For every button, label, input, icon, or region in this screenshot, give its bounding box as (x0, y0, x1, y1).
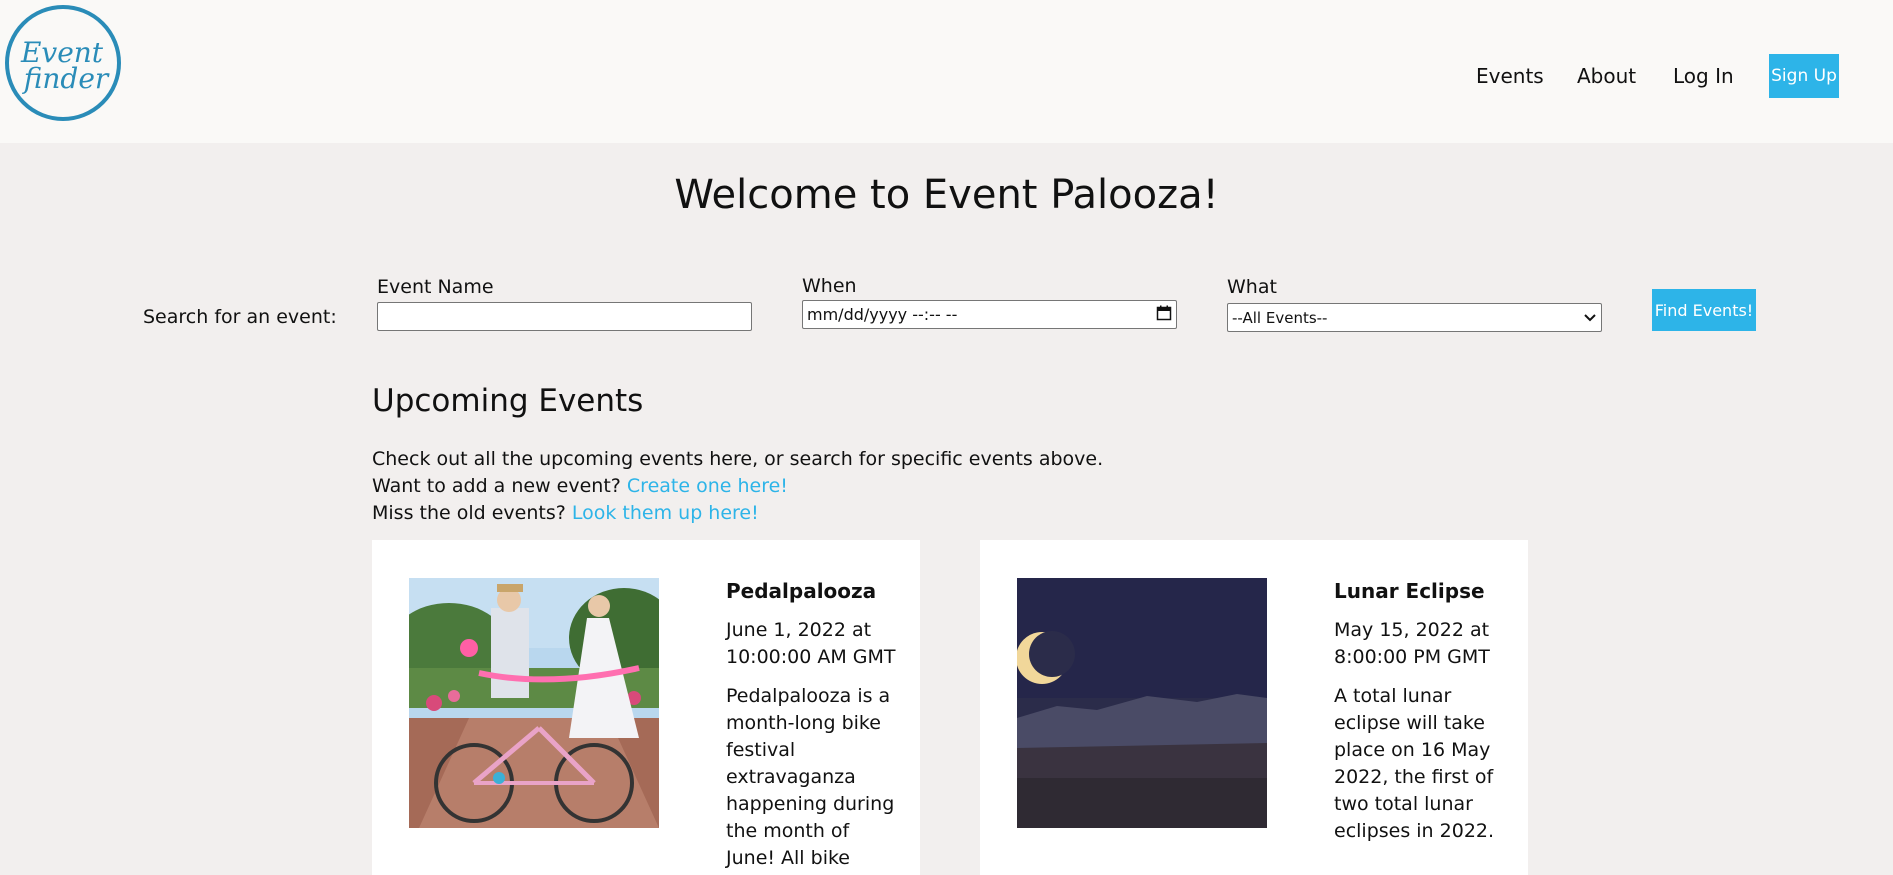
upcoming-intro-line1: Check out all the upcoming events here, … (372, 448, 1104, 470)
event-description: Pedalpalooza is a month-long bike festiv… (726, 685, 895, 869)
main-nav: Events About Log In Sign Up (0, 54, 1893, 98)
when-datetime-input[interactable]: mm/dd/yyyy --:-- -- (802, 300, 1177, 329)
nav-about-link[interactable]: About (1577, 64, 1636, 88)
event-details: Lunar Eclipse May 15, 2022 at 8:00:00 PM… (1334, 578, 1509, 845)
event-name-label: Event Name (377, 276, 494, 298)
add-event-prompt: Want to add a new event? (372, 475, 621, 497)
nav-events-link[interactable]: Events (1476, 64, 1544, 88)
event-image-lunar-eclipse[interactable] (1017, 578, 1267, 828)
create-event-link[interactable]: Create one here! (627, 475, 788, 497)
event-category-select[interactable]: --All Events-- (1227, 303, 1602, 332)
event-description: A total lunar eclipse will take place on… (1334, 685, 1495, 842)
event-card[interactable]: Lunar Eclipse May 15, 2022 at 8:00:00 PM… (980, 540, 1528, 875)
past-events-link[interactable]: Look them up here! (572, 502, 759, 524)
old-events-prompt: Miss the old events? (372, 502, 566, 524)
when-placeholder: mm/dd/yyyy --:-- -- (807, 305, 958, 324)
upcoming-intro-line2: Want to add a new event? Create one here… (372, 475, 788, 497)
what-label: What (1227, 276, 1277, 298)
event-name-input[interactable] (377, 302, 752, 331)
event-category-selected: --All Events-- (1232, 308, 1328, 327)
calendar-icon[interactable] (1156, 305, 1172, 325)
event-date: June 1, 2022 at 10:00:00 AM GMT (726, 619, 896, 668)
event-title[interactable]: Lunar Eclipse (1334, 578, 1509, 605)
sign-up-button[interactable]: Sign Up (1769, 54, 1839, 98)
upcoming-intro-line3: Miss the old events? Look them up here! (372, 502, 759, 524)
when-label: When (802, 275, 857, 297)
event-date: May 15, 2022 at 8:00:00 PM GMT (1334, 619, 1490, 668)
nav-login-link[interactable]: Log In (1673, 64, 1734, 88)
upcoming-events-heading: Upcoming Events (372, 383, 644, 419)
event-details: Pedalpalooza June 1, 2022 at 10:00:00 AM… (726, 578, 901, 872)
event-card[interactable]: Pedalpalooza June 1, 2022 at 10:00:00 AM… (372, 540, 920, 875)
event-image-tandem-bike[interactable] (409, 578, 659, 828)
site-header: Event finder Events About Log In Sign Up (0, 0, 1893, 143)
page-title: Welcome to Event Palooza! (674, 172, 1219, 218)
chevron-down-icon (1583, 309, 1597, 327)
event-title[interactable]: Pedalpalooza (726, 578, 901, 605)
search-label: Search for an event: (143, 306, 337, 328)
find-events-button[interactable]: Find Events! (1652, 289, 1756, 331)
